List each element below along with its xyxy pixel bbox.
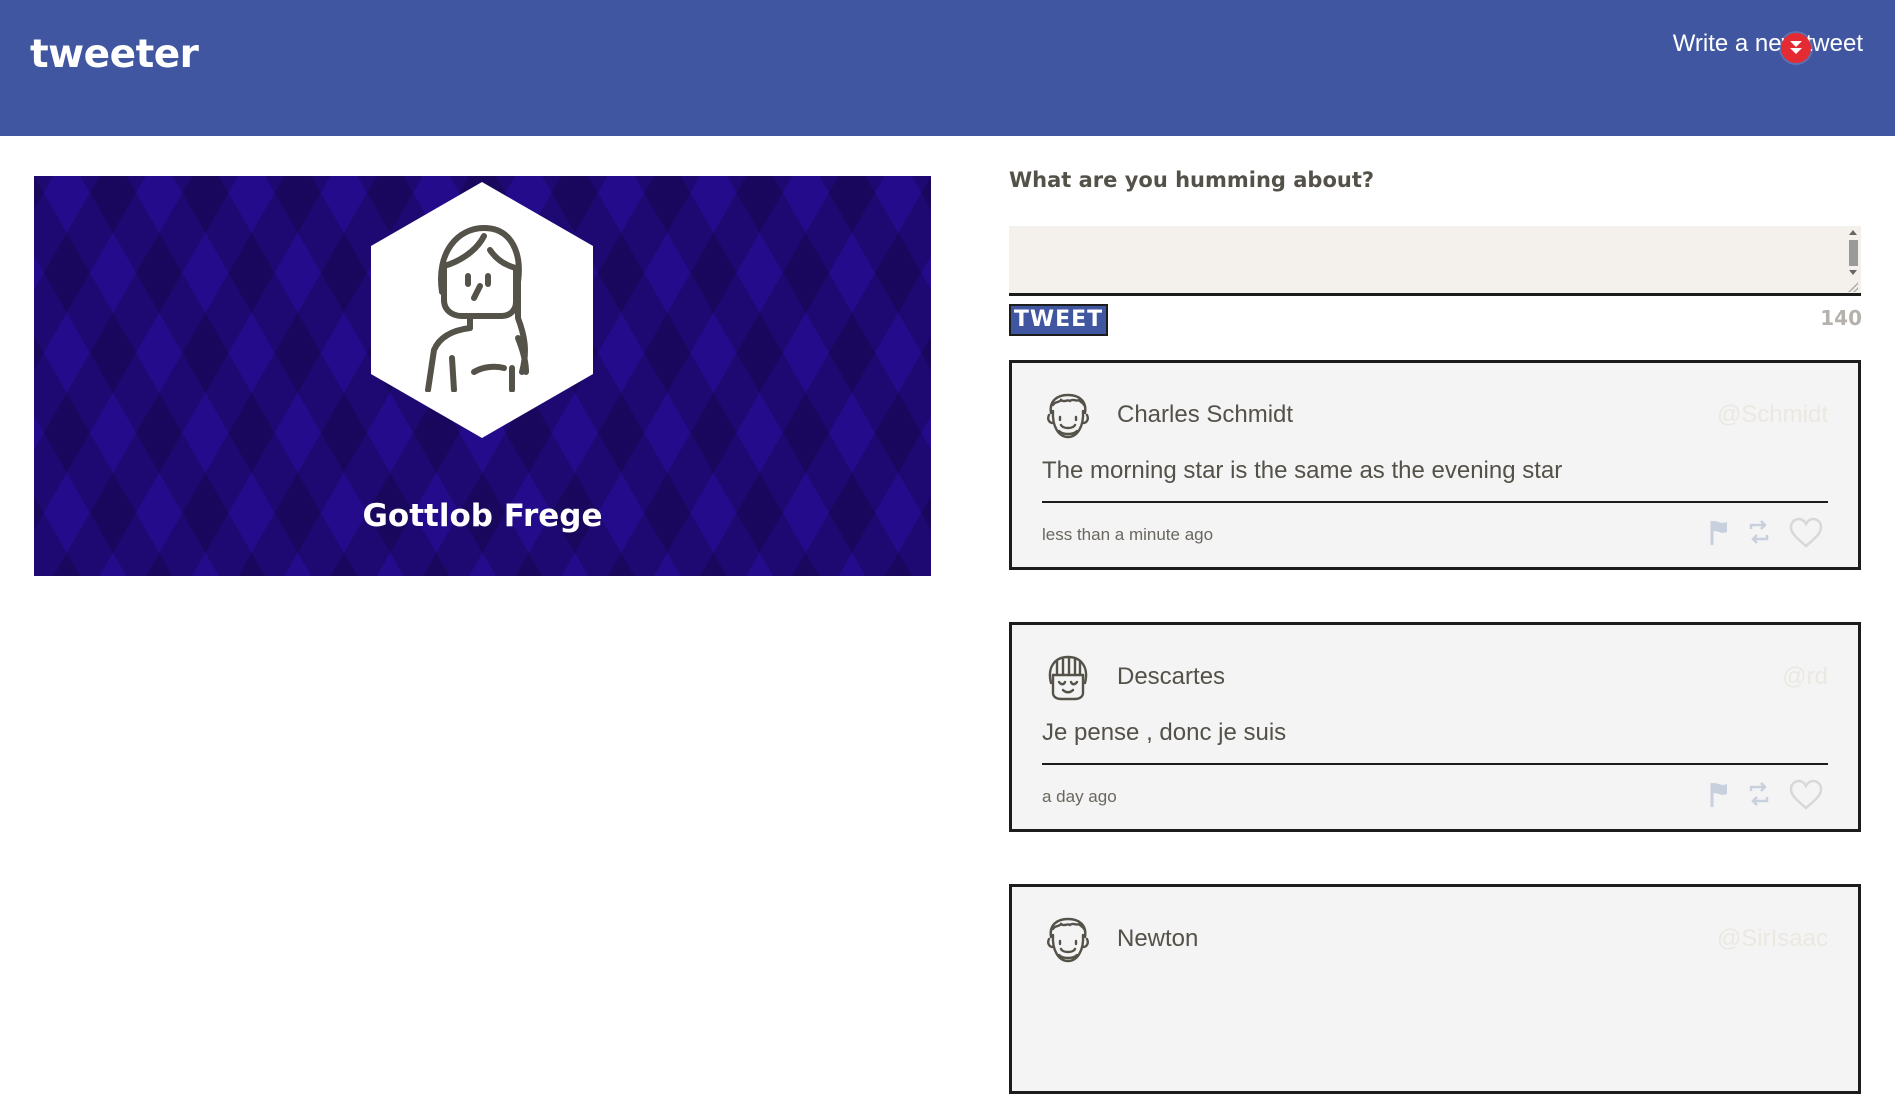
tweet-card: Newton @SirIsaac <box>1009 884 1861 1094</box>
compose-prompt: What are you humming about? <box>1009 168 1375 192</box>
profile-name: Gottlob Frege <box>362 498 603 534</box>
scroll-thumb[interactable] <box>1849 240 1858 266</box>
tweet-author: Newton <box>1117 925 1199 952</box>
avatar-bangs-icon <box>1043 653 1093 703</box>
tweet-handle: @Schmidt <box>1716 401 1828 428</box>
tweet-divider <box>1042 763 1828 765</box>
double-chevron-down-icon[interactable] <box>1781 33 1811 63</box>
flag-icon[interactable] <box>1708 779 1730 814</box>
textarea-scrollbar[interactable] <box>1846 228 1860 294</box>
tweet-handle: @rd <box>1782 663 1828 690</box>
tweet-author: Charles Schmidt <box>1117 401 1294 428</box>
tweet-actions <box>1708 517 1828 551</box>
avatar-curly-man-icon <box>1043 391 1093 441</box>
tweet-submit-button[interactable]: TWEET <box>1009 304 1108 336</box>
write-new-tweet-label[interactable]: Write a new tweet <box>1623 30 1863 58</box>
tweet-handle: @SirIsaac <box>1716 925 1828 952</box>
scroll-down-icon[interactable] <box>1849 270 1857 275</box>
resize-grip-icon[interactable] <box>1848 282 1858 292</box>
heart-icon[interactable] <box>1788 517 1824 554</box>
retweet-icon[interactable] <box>1746 517 1772 552</box>
heart-icon[interactable] <box>1788 779 1824 816</box>
tweet-divider <box>1042 501 1828 503</box>
tweet-card: Charles Schmidt @Schmidt The morning sta… <box>1009 360 1861 570</box>
tweet-card: Descartes @rd Je pense , donc je suis a … <box>1009 622 1861 832</box>
scroll-up-icon[interactable] <box>1849 230 1857 235</box>
write-new-tweet-toggle[interactable]: Write a new tweet <box>1623 30 1863 58</box>
flag-icon[interactable] <box>1708 517 1730 552</box>
tweet-author: Descartes <box>1117 663 1226 690</box>
profile-card: Gottlob Frege <box>34 176 931 576</box>
tweet-timestamp: a day ago <box>1042 787 1117 806</box>
tweet-text: The morning star is the same as the even… <box>1042 457 1563 484</box>
avatar-curly-man-icon <box>1043 915 1093 965</box>
avatar-woman-icon <box>425 225 529 392</box>
brand-logo[interactable]: tweeter <box>30 32 199 77</box>
tweet-timestamp: less than a minute ago <box>1042 525 1214 544</box>
tweet-actions <box>1708 779 1828 813</box>
top-nav-bar: tweeter Write a new tweet <box>0 0 1895 136</box>
tweet-textarea[interactable] <box>1009 226 1861 296</box>
avatar-hexagon <box>371 182 593 438</box>
tweet-text: Je pense , donc je suis <box>1042 719 1287 746</box>
retweet-icon[interactable] <box>1746 779 1772 814</box>
character-counter: 140 <box>1820 306 1862 330</box>
